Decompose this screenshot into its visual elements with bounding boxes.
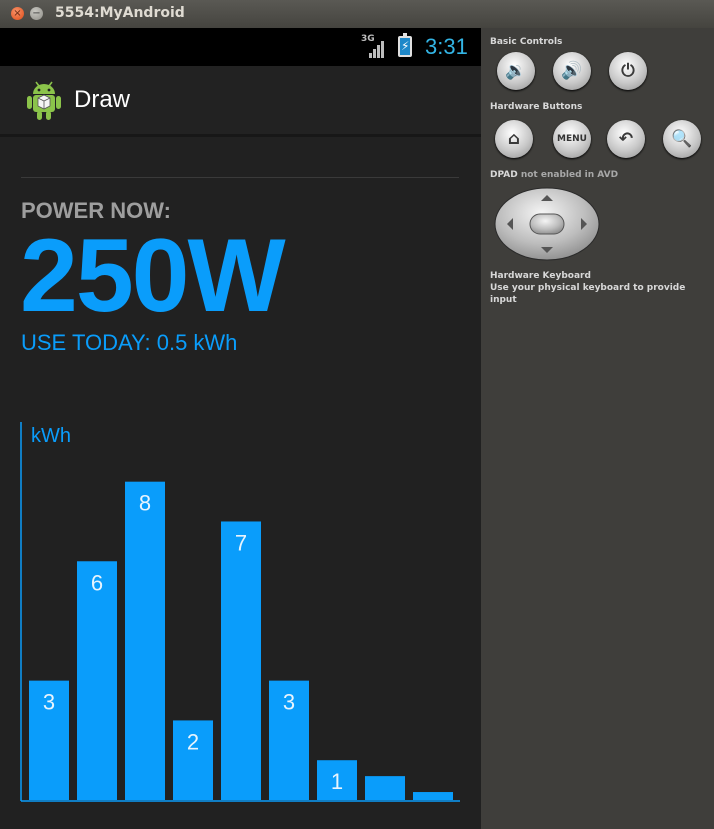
window-titlebar: × − 5554:MyAndroid [0,0,714,29]
volume-up-button[interactable]: 🔊 [553,52,591,90]
home-button[interactable]: ⌂ [495,120,533,158]
search-button[interactable]: 🔍 [663,120,701,158]
window-close-button[interactable]: × [11,7,24,20]
volume-down-button[interactable]: 🔉 [497,52,535,90]
dpad-label: DPAD not enabled in AVD [490,170,618,180]
chart-bar [221,521,261,800]
power-now-value: 250W [20,218,286,334]
battery-icon: ⚡ [398,33,412,57]
status-clock: 3:31 [425,34,468,59]
window-minimize-button[interactable]: − [30,7,43,20]
hardware-keyboard-info: Hardware Keyboard Use your physical keyb… [490,270,714,306]
usage-bar-chart: kWh 3 6 8 2 7 3 1 [0,394,481,814]
power-button[interactable]: ⏻ [609,52,647,90]
hardware-keyboard-note: Use your physical keyboard to provide in… [490,283,686,305]
device-screen: 3G ⚡ 3:31 Draw POWER NOW: 250W USE TODAY… [0,28,481,829]
emulator-controls-panel: Basic Controls 🔉 🔊 ⏻ Hardware Buttons ⌂ … [481,28,714,829]
chart-bar-label: 2 [187,729,199,754]
signal-icon: 3G [361,34,389,58]
chart-bar-label: 7 [235,530,247,555]
chart-y-axis-label: kWh [31,425,71,447]
app-title: Draw [74,86,131,113]
chart-bar [77,561,117,800]
menu-button-label: MENU [557,134,587,144]
dpad-title: DPAD [490,170,518,180]
network-type-label: 3G [361,34,375,44]
status-bar: 3G ⚡ 3:31 [0,28,481,66]
chart-bar-label: 8 [139,491,151,516]
chart-svg: kWh 3 6 8 2 7 3 1 [20,422,460,802]
chart-bar-label: 3 [283,690,295,715]
chart-bar [365,776,405,800]
chart-bar-label: 3 [43,690,55,715]
chart-bar-label: 1 [331,769,343,794]
chart-bar [125,481,165,800]
charging-bolt-icon: ⚡ [401,39,410,53]
content-divider [21,177,459,178]
use-today-label: USE TODAY: 0.5 kWh [21,330,238,355]
back-button[interactable]: ↶ [607,120,645,158]
search-icon: 🔍 [671,129,693,149]
chart-bar-label: 6 [91,570,103,595]
hardware-buttons-label: Hardware Buttons [490,102,583,112]
volume-up-icon: 🔊 [561,61,583,81]
volume-down-icon: 🔉 [505,61,527,81]
android-robot-icon[interactable] [26,80,62,122]
back-icon: ↶ [618,129,634,149]
hardware-keyboard-label: Hardware Keyboard [490,271,591,281]
power-icon: ⏻ [621,61,635,81]
dpad-control[interactable] [493,186,601,262]
home-icon: ⌂ [507,129,521,149]
menu-button[interactable]: MENU [553,120,591,158]
chart-bar [413,792,453,800]
basic-controls-label: Basic Controls [490,37,563,47]
action-bar: Draw [0,66,481,137]
dpad-note: not enabled in AVD [520,170,619,180]
window-title: 5554:MyAndroid [55,5,185,21]
